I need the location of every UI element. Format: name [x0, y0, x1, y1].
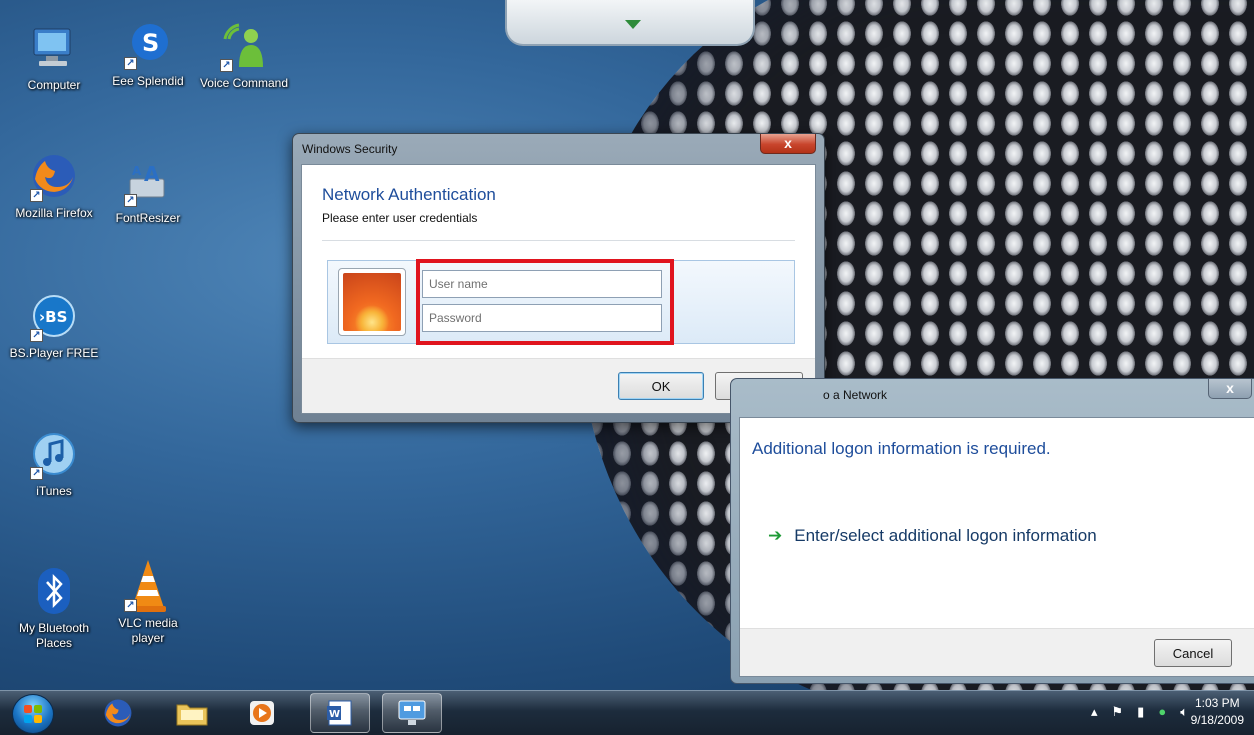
desktop-icon-computer[interactable]: Computer: [8, 22, 100, 93]
desktop-icon-label: BS.Player FREE: [9, 346, 99, 360]
svg-text:S: S: [142, 29, 159, 57]
dialog-footer: Cancel: [740, 628, 1254, 676]
dialog-title: Windows Security: [302, 142, 398, 156]
fontresizer-icon: AA ↗: [122, 155, 174, 207]
clock-time: 1:03 PM: [1194, 696, 1240, 710]
windows-logo-icon: [24, 705, 42, 723]
show-hidden-icons-icon[interactable]: ▴: [1091, 704, 1098, 720]
desktop-icon-bluetooth[interactable]: My Bluetooth Places: [8, 565, 100, 651]
clock-date: 9/18/2009: [1190, 713, 1244, 727]
action-center-flag-icon[interactable]: ⚑: [1112, 704, 1124, 720]
link-label: Enter/select additional logon informatio…: [794, 526, 1097, 545]
bsplayer-icon: ›BS ↗: [28, 290, 80, 342]
additional-logon-link[interactable]: ➔ Enter/select additional logon informat…: [768, 526, 1097, 546]
credential-tile: [327, 259, 795, 345]
dialog-titlebar[interactable]: Windows Security: [293, 134, 824, 164]
shortcut-arrow-icon: ↗: [124, 194, 137, 207]
battery-icon[interactable]: ▮: [1137, 704, 1144, 720]
shortcut-arrow-icon: ↗: [30, 329, 43, 342]
desktop-icon-firefox[interactable]: ↗ Mozilla Firefox: [8, 150, 100, 221]
start-button[interactable]: [12, 694, 54, 734]
shortcut-arrow-icon: ↗: [124, 599, 137, 612]
taskbar-media-player[interactable]: [232, 693, 292, 733]
svg-text:A: A: [144, 162, 160, 186]
chevron-down-icon: [625, 20, 641, 29]
shortcut-arrow-icon: ↗: [30, 467, 43, 480]
desktop-icon-label: Voice Command: [199, 76, 289, 90]
connect-to-network-dialog: o a Network x Additional logon informati…: [730, 378, 1254, 684]
top-widget[interactable]: [505, 0, 755, 46]
media-player-icon: [250, 701, 274, 725]
desktop-icon-fontresizer[interactable]: AA ↗ FontResizer: [102, 155, 194, 226]
desktop-icon-itunes[interactable]: ↗ iTunes: [8, 428, 100, 499]
taskbar-explorer[interactable]: [162, 693, 222, 733]
close-button[interactable]: x: [1208, 379, 1252, 399]
svg-text:›BS: ›BS: [39, 308, 67, 326]
dialog-content: Additional logon information is required…: [739, 417, 1254, 677]
dialog-heading: Network Authentication: [322, 185, 496, 204]
itunes-icon: ↗: [28, 428, 80, 480]
desktop-icon-label: VLC media player: [118, 616, 178, 645]
password-field[interactable]: [422, 304, 662, 332]
network-icon: [398, 700, 426, 725]
desktop-icon-bsplayer[interactable]: ›BS ↗ BS.Player FREE: [8, 290, 100, 361]
desktop-icon-label: Computer: [27, 78, 81, 92]
divider: [322, 240, 795, 241]
eee-splendid-icon: S ↗: [122, 18, 174, 70]
dialog-title: o a Network: [823, 388, 888, 402]
username-field[interactable]: [422, 270, 662, 298]
shortcut-arrow-icon: ↗: [30, 189, 43, 202]
flower-avatar-icon: [343, 273, 401, 331]
dialog-subheading: Please enter user credentials: [322, 211, 478, 225]
dialog-content: Network Authentication Please enter user…: [301, 164, 816, 414]
arrow-right-icon: ➔: [768, 526, 783, 545]
desktop-icon-label: FontResizer: [115, 211, 181, 225]
voice-command-icon: ↗: [218, 20, 270, 72]
computer-icon: [28, 22, 80, 74]
desktop-icon-voice-command[interactable]: ↗ Voice Command: [198, 20, 290, 91]
info-text: Additional logon information is required…: [752, 439, 1051, 458]
firefox-icon: ↗: [28, 150, 80, 202]
taskbar: W ▴ ⚑ ▮ ● 🔈︎ 1:03 PM 9/18/2009: [0, 690, 1254, 735]
close-button[interactable]: x: [760, 134, 816, 154]
taskbar-clock[interactable]: 1:03 PM 9/18/2009: [1191, 695, 1244, 729]
ok-button[interactable]: OK: [618, 372, 704, 400]
document-icon: W: [327, 700, 352, 726]
shortcut-arrow-icon: ↗: [124, 57, 137, 70]
network-status-icon[interactable]: ●: [1158, 704, 1166, 720]
vlc-cone-icon: ↗: [122, 560, 174, 612]
firefox-icon: [104, 699, 132, 727]
desktop-icon-eee-splendid[interactable]: S ↗ Eee Splendid: [102, 18, 194, 89]
desktop-icon-label: My Bluetooth Places: [18, 621, 90, 650]
desktop-icon-label: Eee Splendid: [112, 74, 184, 88]
taskbar-word[interactable]: W: [310, 693, 370, 733]
shortcut-arrow-icon: ↗: [220, 59, 233, 72]
cancel-button[interactable]: Cancel: [1154, 639, 1232, 667]
volume-icon[interactable]: 🔈︎: [1180, 704, 1188, 720]
folder-icon: [176, 704, 208, 726]
svg-text:A: A: [132, 164, 142, 178]
taskbar-network-settings[interactable]: [382, 693, 442, 733]
svg-text:W: W: [329, 709, 340, 720]
desktop-icon-label: iTunes: [36, 484, 72, 498]
system-tray: ▴ ⚑ ▮ ● 🔈︎: [1091, 704, 1188, 720]
taskbar-firefox[interactable]: [88, 693, 148, 733]
desktop-icon-vlc[interactable]: ↗ VLC media player: [102, 560, 194, 646]
desktop-icon-label: Mozilla Firefox: [15, 206, 93, 220]
bluetooth-icon: [28, 565, 80, 617]
user-picture: [338, 268, 406, 336]
